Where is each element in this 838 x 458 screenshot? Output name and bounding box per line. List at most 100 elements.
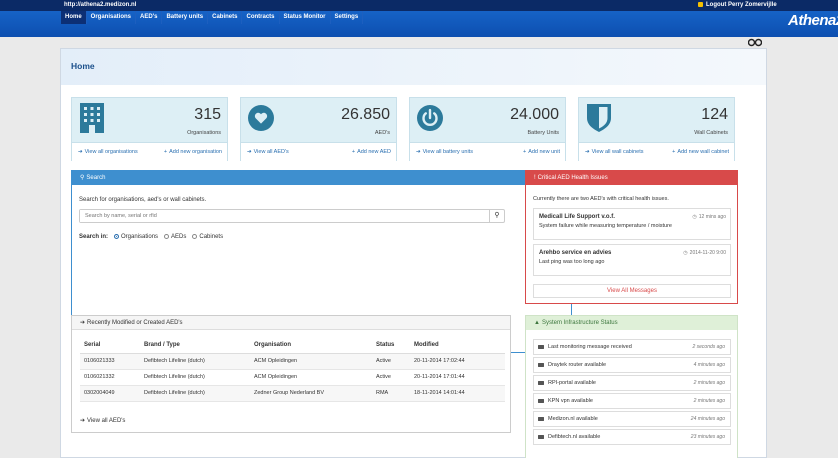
stat-wall-cabinets: 124 Wall Cabinets ➔ View all wall cabinet…	[578, 97, 735, 161]
infra-status-item: Last monitoring message received 2 second…	[533, 339, 731, 355]
nav-battery-units[interactable]: Battery units	[162, 11, 209, 24]
infra-item-time: 24 minutes ago	[690, 416, 725, 422]
view-all-organisations-link[interactable]: ➔ View all organisations	[78, 143, 138, 162]
table-row[interactable]: 0106021332 Defibtech Lifeline (dutch) ACM …	[80, 369, 505, 386]
column-header: Brand / Type	[140, 338, 250, 354]
server-icon	[538, 345, 544, 349]
site-url: http://athena2.medizon.nl	[64, 2, 137, 8]
link-label: View all organisations	[84, 149, 138, 155]
search-input[interactable]	[80, 210, 490, 222]
cell-status: Active	[372, 353, 410, 370]
column-header: Serial	[80, 338, 140, 354]
critical-panel-header: ! Critical AED Health Issues	[526, 171, 737, 185]
clock-icon: ◷	[692, 214, 697, 220]
add-unit-link[interactable]: + Add new unit	[523, 143, 560, 162]
nav-home[interactable]: Home	[61, 11, 87, 24]
link-label: View all AED's	[253, 149, 289, 155]
add-organisation-link[interactable]: + Add new organisation	[164, 143, 222, 162]
table-header-row: Serial Brand / Type Organisation Status …	[80, 338, 505, 354]
critical-panel-title: Critical AED Health Issues	[537, 175, 608, 181]
cell-serial: 0106021333	[80, 353, 140, 370]
infra-status-item: KPN vpn available 2 minutes ago	[533, 393, 731, 409]
alert-organisation: Arehbo service en advies	[539, 250, 612, 256]
radio-label: Cabinets	[199, 234, 224, 240]
infra-item-name: Draytek router available	[548, 362, 607, 368]
search-in-options: Search in: Organisations AEDs Cabinets	[79, 234, 223, 240]
alert-time-text: 12 mins ago	[698, 214, 726, 220]
alert-organisation: Medicall Life Support v.o.f.	[539, 214, 615, 220]
link-label: View all wall cabinets	[591, 149, 644, 155]
cell-modified: 20-11-2014 17:01:44	[410, 369, 505, 386]
recent-aeds-table: Serial Brand / Type Organisation Status …	[80, 338, 505, 402]
stat-label: AED's	[374, 130, 390, 136]
plus-icon: +	[672, 149, 676, 155]
cell-brand: Defibtech Lifeline (dutch)	[140, 385, 250, 402]
infra-panel-header: ▲ System Infrastructure Status	[526, 316, 737, 330]
stat-footer: ➔ View all organisations + Add new organis…	[72, 142, 227, 161]
server-icon	[538, 417, 544, 421]
nav-organisations[interactable]: Organisations	[87, 11, 137, 24]
nav-settings[interactable]: Settings	[331, 11, 364, 24]
infra-item-name: RPI-portal available	[548, 380, 596, 386]
cell-serial: 0302004049	[80, 385, 140, 402]
logo-text: Athena2	[788, 12, 838, 29]
cell-brand: Defibtech Lifeline (dutch)	[140, 353, 250, 370]
view-all-wall-cabinets-link[interactable]: ➔ View all wall cabinets	[585, 143, 643, 162]
infra-status-item: RPI-portal available 2 minutes ago	[533, 375, 731, 391]
stat-footer: ➔ View all AED's + Add new AED	[241, 142, 396, 161]
search-icon: ⚲	[80, 175, 85, 181]
server-icon	[538, 399, 544, 403]
radio-icon	[114, 234, 120, 239]
radio-organisations[interactable]: Organisations	[114, 234, 158, 240]
search-box: ⚲	[79, 209, 505, 223]
clock-icon: ◷	[683, 250, 688, 256]
view-all-messages-button[interactable]: View All Messages	[533, 284, 731, 298]
recent-panel-header: ➔ Recently Modified or Created AED's	[72, 316, 510, 330]
exclamation-icon: !	[534, 175, 536, 181]
column-header: Status	[372, 338, 410, 354]
infra-item-name: Defibtech.nl available	[548, 434, 601, 440]
radio-icon	[192, 234, 198, 239]
view-all-aeds-link[interactable]: ➔ View all AED's	[247, 143, 289, 162]
link-label: View all AED's	[87, 418, 126, 424]
cell-status: RMA	[372, 385, 410, 402]
add-aed-link[interactable]: + Add new AED	[352, 143, 391, 162]
magnifier-icon: ⚲	[494, 212, 500, 219]
stat-battery-units: 24.000 Battery Units ➔ View all battery u…	[409, 97, 566, 161]
add-wall-cabinet-link[interactable]: + Add new wall cabinet	[672, 143, 729, 162]
table-row[interactable]: 0302004049 Defibtech Lifeline (dutch) Zedn…	[80, 385, 505, 402]
logo[interactable]: Athena2	[788, 12, 838, 29]
link-label: Add new wall cabinet	[677, 149, 729, 155]
lock-icon	[698, 2, 703, 7]
infra-item-time: 2 minutes ago	[693, 380, 725, 386]
recent-panel-title: Recently Modified or Created AED's	[87, 320, 183, 326]
nav-aeds[interactable]: AED's	[136, 11, 163, 24]
alert-item[interactable]: Medicall Life Support v.o.f. ◷ 12 mins ag…	[533, 208, 731, 240]
nav-status-monitor[interactable]: Status Monitor	[280, 11, 331, 24]
alert-item[interactable]: Arehbo service en advies ◷ 2014-11-20 9:0…	[533, 244, 731, 276]
stat-aeds: 26.850 AED's ➔ View all AED's + Add new AE…	[240, 97, 397, 161]
arrow-circle-icon: ➔	[247, 149, 252, 155]
logout-link[interactable]: Logout Perry Zomervijlle	[698, 0, 777, 11]
infra-item-time: 23 minutes ago	[690, 434, 725, 440]
nav-cabinets[interactable]: Cabinets	[208, 11, 243, 24]
radio-aeds[interactable]: AEDs	[164, 234, 186, 240]
nav-contracts[interactable]: Contracts	[242, 11, 280, 24]
infra-item-name: Last monitoring message received	[548, 344, 632, 350]
arrow-circle-icon: ➔	[78, 149, 83, 155]
alert-message: Last ping was too long ago	[539, 259, 605, 265]
view-all-aeds-link[interactable]: ➔ View all AED's	[80, 417, 125, 424]
arrow-circle-icon: ➔	[416, 149, 421, 155]
search-button[interactable]: ⚲	[489, 210, 504, 222]
stat-value: 24.000	[510, 106, 559, 123]
cell-organisation: ACM Opleidingen	[250, 369, 372, 386]
view-all-battery-units-link[interactable]: ➔ View all battery units	[416, 143, 473, 162]
infrastructure-status-panel: ▲ System Infrastructure Status Last monit…	[525, 315, 738, 458]
radio-cabinets[interactable]: Cabinets	[192, 234, 223, 240]
cell-modified: 18-11-2014 14:01:44	[410, 385, 505, 402]
main-nav: Home Organisations AED's Battery units C…	[61, 11, 364, 24]
table-row[interactable]: 0106021333 Defibtech Lifeline (dutch) ACM …	[80, 353, 505, 370]
search-panel-title: Search	[86, 175, 106, 181]
link-label: Add new organisation	[169, 149, 222, 155]
stat-footer: ➔ View all wall cabinets + Add new wall ca…	[579, 142, 734, 161]
